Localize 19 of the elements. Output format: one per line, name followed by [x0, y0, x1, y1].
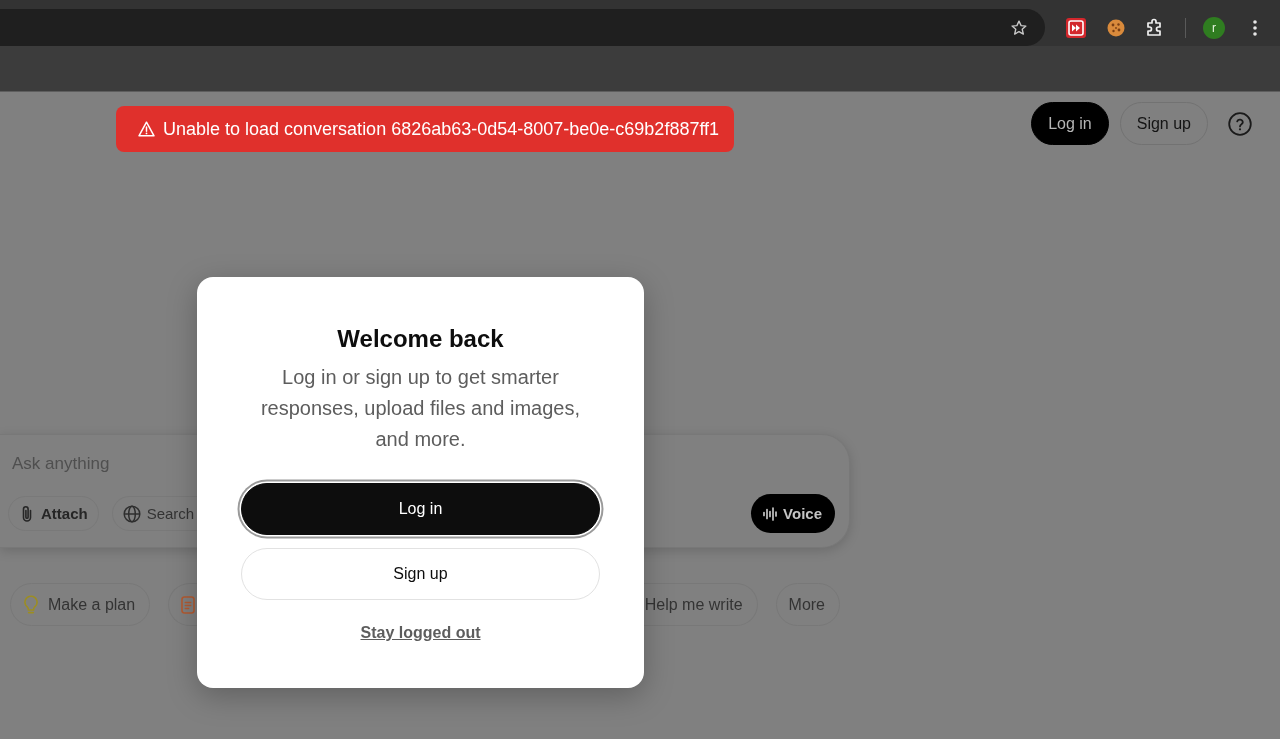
more-menu-icon[interactable] — [1253, 19, 1257, 36]
help-icon[interactable] — [1228, 112, 1252, 136]
warning-icon — [138, 121, 155, 137]
login-button[interactable]: Log in — [241, 483, 600, 535]
star-icon[interactable] — [1010, 18, 1028, 37]
document-icon — [181, 595, 196, 614]
signup-button[interactable]: Sign up — [241, 548, 600, 600]
profile-avatar[interactable]: r — [1203, 16, 1225, 39]
error-message: Unable to load conversation 6826ab63-0d54-8007-be0e-c69b2f887ff1 — [163, 118, 720, 140]
dialog-text: Log in or sign up to get smarter responses, upload files and images, and more. — [259, 365, 582, 452]
voice-button[interactable]: Voice — [751, 494, 835, 533]
globe-icon — [122, 504, 141, 523]
login-button[interactable]: Log in — [1031, 102, 1109, 145]
dialog-title: Welcome back — [337, 324, 504, 354]
fast-forward-icon[interactable] — [1066, 17, 1086, 38]
stay-logged-out-link[interactable]: Stay logged out — [360, 623, 481, 643]
lightbulb-icon — [23, 594, 39, 615]
cookie-icon[interactable] — [1107, 18, 1125, 37]
waveform-icon — [762, 505, 779, 522]
